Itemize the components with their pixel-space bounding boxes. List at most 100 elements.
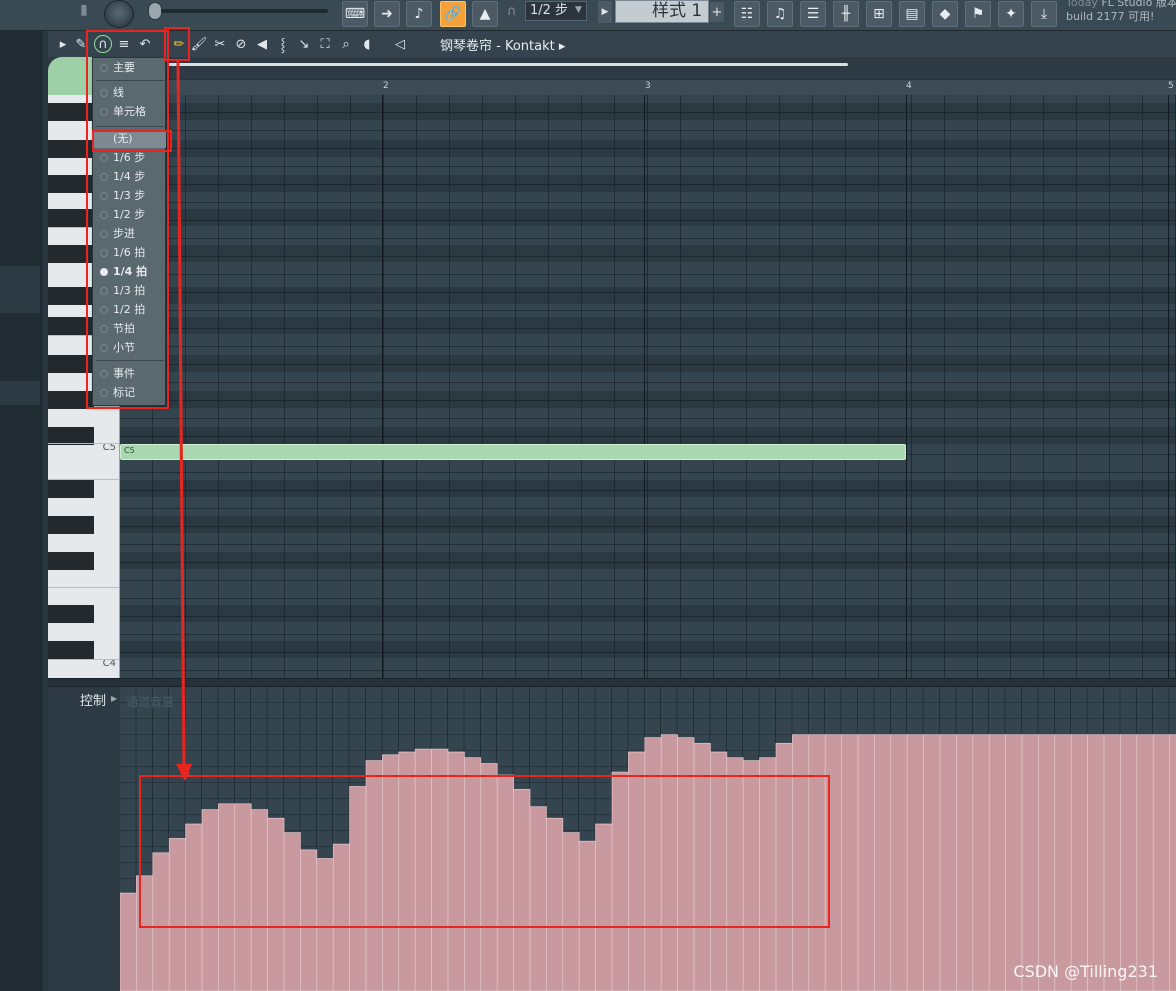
multilink-icon[interactable]: 🔗 (440, 1, 466, 27)
pattern-selector[interactable]: 样式 1 (615, 0, 709, 23)
mute-tool-icon[interactable]: ⊘ (232, 35, 250, 53)
automation-bar[interactable] (1152, 734, 1170, 991)
automation-bar[interactable] (742, 760, 760, 991)
horizontal-scrollbar[interactable] (168, 63, 848, 66)
automation-bar[interactable] (792, 734, 810, 991)
step-edit-icon[interactable]: ➜ (374, 1, 400, 27)
side-panel-item[interactable] (0, 289, 40, 313)
automation-bar[interactable] (546, 817, 564, 991)
piano-roll-icon[interactable]: ♫ (767, 1, 793, 27)
black-key[interactable] (48, 391, 94, 409)
automation-bar[interactable] (906, 734, 924, 991)
automation-bar[interactable] (759, 757, 777, 991)
black-key[interactable] (48, 245, 94, 263)
delete-tool-icon[interactable]: ✂ (211, 35, 229, 53)
snap-menu-item[interactable]: (无) (94, 130, 166, 148)
updates-icon[interactable]: ✦ (998, 1, 1024, 27)
snap-menu-item[interactable]: 1/2 步 (94, 206, 166, 224)
automation-bar[interactable] (201, 809, 219, 991)
automation-bar[interactable] (578, 840, 596, 991)
automation-bar[interactable] (447, 751, 465, 991)
automation-bar[interactable] (1136, 734, 1154, 991)
snap-menu-item[interactable]: 单元格 (94, 103, 166, 121)
snap-menu-item[interactable]: 1/4 拍 (94, 263, 166, 281)
black-key[interactable] (48, 140, 94, 158)
automation-bar[interactable] (316, 858, 334, 991)
automation-bar[interactable] (562, 832, 580, 991)
automation-bar[interactable] (808, 734, 826, 991)
playback-tool-icon[interactable]: ◖ (358, 35, 376, 53)
automation-bar[interactable] (1120, 734, 1138, 991)
automation-bar[interactable] (513, 789, 531, 991)
typing-keyboard-icon[interactable]: ⌨ (342, 1, 368, 27)
black-key[interactable] (48, 317, 94, 335)
black-key[interactable] (48, 103, 94, 121)
options-arrow-icon[interactable]: ▸ (54, 35, 72, 53)
automation-bar[interactable] (218, 803, 236, 991)
lock-icon[interactable]: ▮ (80, 2, 96, 26)
black-key[interactable] (48, 480, 94, 498)
automation-bar[interactable] (365, 760, 383, 991)
control-arrow-icon[interactable]: ▶ (111, 694, 117, 703)
tools-wrench-icon[interactable]: ✎ (72, 35, 90, 53)
mute-speaker-icon[interactable]: ◀ (253, 35, 271, 53)
black-key[interactable] (48, 209, 94, 227)
piano-roll-title[interactable]: 钢琴卷帘 - Kontakt ▸ (440, 35, 565, 54)
automation-bar[interactable] (857, 734, 875, 991)
snap-menu-item[interactable]: 步进 (94, 225, 166, 243)
control-label[interactable]: 控制 (80, 690, 106, 709)
snap-menu-item[interactable]: 节拍 (94, 320, 166, 338)
automation-bar[interactable] (956, 734, 974, 991)
midi-note[interactable]: C5 (120, 444, 906, 460)
side-panel-item[interactable] (0, 381, 40, 405)
snap-menu-item[interactable]: 1/3 拍 (94, 282, 166, 300)
automation-bar[interactable] (283, 832, 301, 991)
automation-bar[interactable] (136, 875, 154, 991)
snap-menu-item[interactable]: 1/3 步 (94, 187, 166, 205)
black-key[interactable] (48, 287, 94, 305)
browser-icon[interactable]: ▤ (899, 1, 925, 27)
snap-menu-item[interactable]: 事件 (94, 365, 166, 383)
automation-bar[interactable] (890, 734, 908, 991)
plugin-database-icon[interactable]: ◆ (932, 1, 958, 27)
automation-bar[interactable] (1021, 734, 1039, 991)
plugin-picker-icon[interactable]: ⊞ (866, 1, 892, 27)
snap-menu-item[interactable]: 1/2 拍 (94, 301, 166, 319)
add-pattern-button[interactable]: + (710, 2, 724, 22)
news-panel[interactable]: Today FL Studio 版本 build 2177 可用! (1066, 0, 1176, 26)
automation-bar[interactable] (1169, 734, 1176, 991)
mixer-icon[interactable]: ╫ (833, 1, 859, 27)
black-key[interactable] (48, 641, 94, 659)
automation-bar[interactable] (693, 742, 711, 991)
slip-tool-icon[interactable]: ↘ (295, 35, 313, 53)
snap-magnet-icon[interactable]: ∩ (94, 35, 112, 53)
master-volume-knob[interactable] (104, 0, 134, 28)
automation-bar[interactable] (1103, 734, 1121, 991)
automation-bar[interactable] (267, 817, 285, 991)
help-icon[interactable]: ⚑ (965, 1, 991, 27)
pattern-prev-icon[interactable]: ▶ (598, 1, 612, 23)
automation-bar[interactable] (939, 734, 957, 991)
automation-bar[interactable] (972, 734, 990, 991)
automation-bar[interactable] (660, 734, 678, 991)
snap-menu-item[interactable]: 1/4 步 (94, 168, 166, 186)
speaker-icon[interactable]: ◁ (391, 35, 409, 53)
automation-bar[interactable] (382, 754, 400, 991)
automation-bar[interactable] (1087, 734, 1105, 991)
automation-bar[interactable] (775, 742, 793, 991)
automation-bar[interactable] (496, 774, 514, 991)
snap-menu-item[interactable]: 1/6 步 (94, 149, 166, 167)
download-icon[interactable]: ⤓ (1031, 1, 1057, 27)
zoom-tool-icon[interactable]: ⌕ (337, 35, 355, 53)
sound-options-icon[interactable]: ≡ (115, 35, 133, 53)
automation-bars[interactable] (120, 687, 1176, 991)
paint-brush-icon[interactable]: 🖌 (190, 35, 208, 53)
black-key[interactable] (48, 175, 94, 193)
automation-bar[interactable] (1070, 734, 1088, 991)
draw-pencil-icon[interactable]: ✏ (170, 35, 188, 53)
automation-bar[interactable] (529, 806, 547, 991)
black-key[interactable] (48, 355, 94, 373)
side-panel-item[interactable] (0, 266, 40, 290)
automation-bar[interactable] (874, 734, 892, 991)
automation-bar[interactable] (841, 734, 859, 991)
